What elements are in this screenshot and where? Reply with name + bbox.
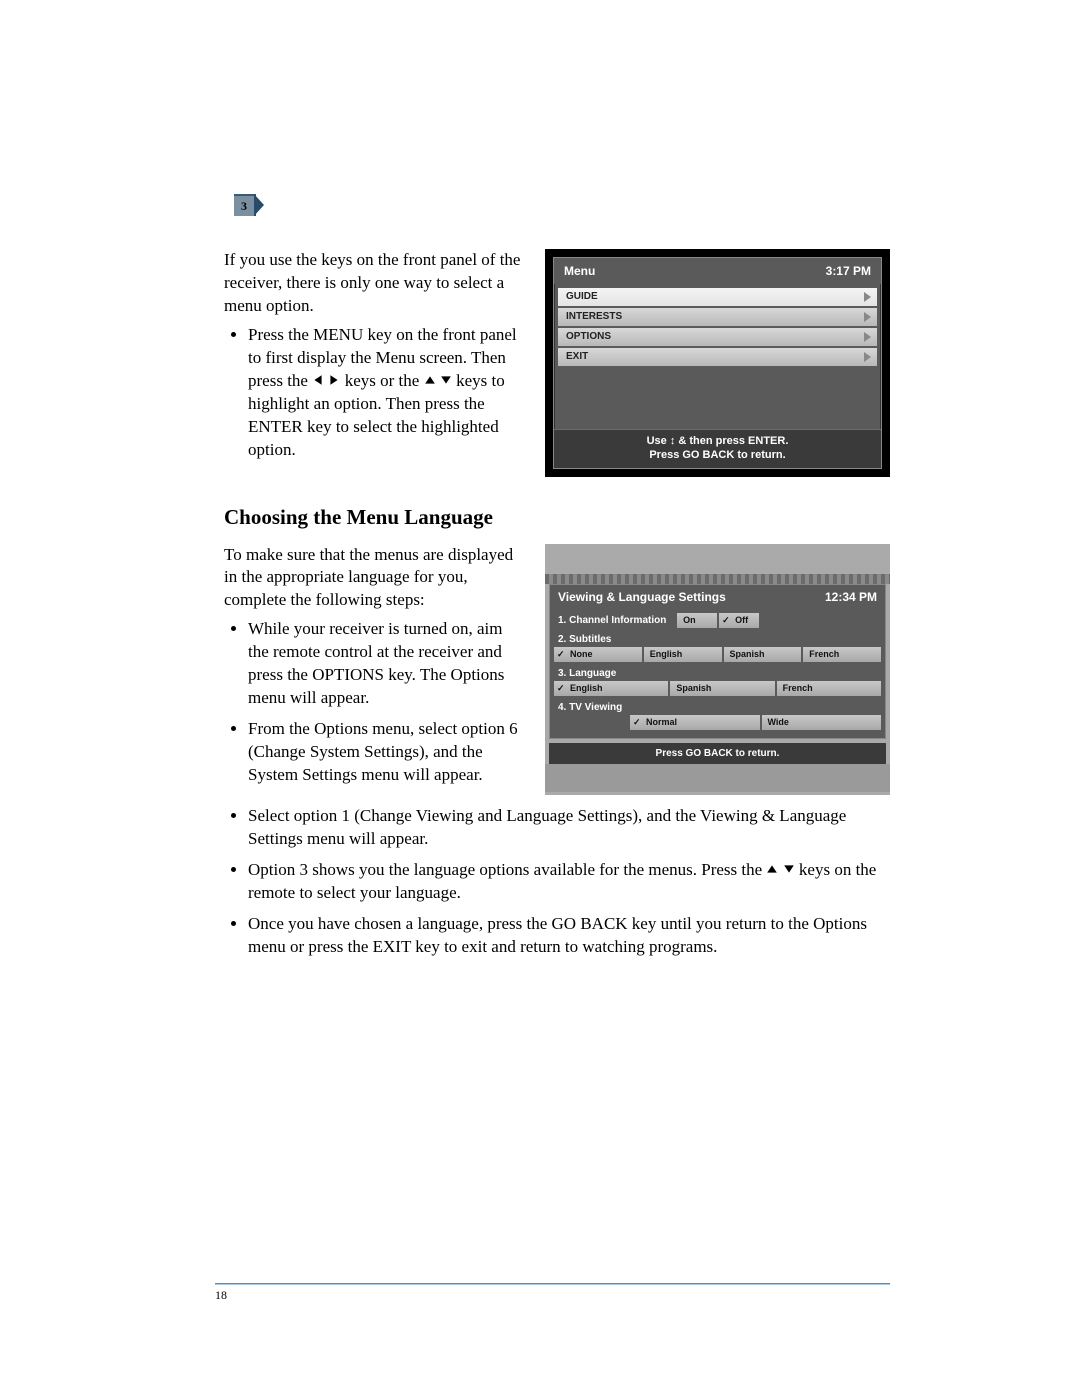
main-menu-screenshot: Menu 3:17 PM GUIDE INTERESTS OPTIONS EXI… (545, 249, 890, 477)
settings-hint: Press GO BACK to return. (549, 743, 886, 764)
up-arrow-icon (766, 859, 778, 882)
page-number: 18 (215, 1288, 227, 1303)
settings-clock: 12:34 PM (825, 590, 877, 604)
down-arrow-icon (783, 859, 795, 882)
opt-sub-french: French (803, 647, 881, 662)
menu-navigation-instruction: Press the MENU key on the front panel to… (248, 324, 527, 462)
opt-sub-english: English (644, 647, 722, 662)
step-open-options: While your receiver is turned on, aim th… (248, 618, 527, 710)
up-arrow-icon (424, 370, 436, 393)
opt-sub-spanish: Spanish (724, 647, 802, 662)
manual-page: 3 If you use the keys on the front panel… (0, 0, 1080, 1397)
menu-item-guide: GUIDE (558, 288, 877, 306)
chapter-tab: 3 (234, 194, 256, 216)
menu-title: Menu (564, 264, 595, 278)
opt-tv-normal: Normal (630, 715, 760, 730)
menu-hint: Use ↕ & then press ENTER. Press GO BACK … (554, 429, 881, 468)
menu-item-exit: EXIT (558, 348, 877, 366)
menu-item-interests: INTERESTS (558, 308, 877, 326)
footer-rule (215, 1283, 890, 1285)
step-choose-language: Option 3 shows you the language options … (248, 859, 890, 906)
language-intro-paragraph: To make sure that the menus are displaye… (224, 544, 527, 613)
settings-title: Viewing & Language Settings (558, 590, 726, 604)
viewing-settings-screenshot: Viewing & Language Settings 12:34 PM 1. … (545, 544, 890, 795)
down-arrow-icon (440, 370, 452, 393)
step-go-back: Once you have chosen a language, press t… (248, 913, 890, 959)
intro-text-column: If you use the keys on the front panel o… (224, 249, 527, 477)
opt-lang-spanish: Spanish (670, 681, 774, 696)
opt-channel-off: Off (719, 613, 759, 628)
opt-channel-on: On (677, 613, 717, 628)
step-select-viewing-settings: Select option 1 (Change Viewing and Lang… (248, 805, 890, 851)
left-arrow-icon (312, 370, 324, 393)
right-arrow-icon (328, 370, 340, 393)
intro-paragraph: If you use the keys on the front panel o… (224, 249, 527, 318)
language-label: 3. Language (550, 664, 885, 681)
menu-clock: 3:17 PM (826, 264, 871, 278)
tv-viewing-label: 4. TV Viewing (550, 698, 885, 715)
opt-tv-wide: Wide (762, 715, 882, 730)
section-heading: Choosing the Menu Language (224, 505, 890, 530)
menu-item-options: OPTIONS (558, 328, 877, 346)
opt-sub-none: None (554, 647, 642, 662)
opt-lang-french: French (777, 681, 881, 696)
subtitles-label: 2. Subtitles (550, 630, 885, 647)
step-select-system-settings: From the Options menu, select option 6 (… (248, 718, 527, 787)
opt-lang-english: English (554, 681, 668, 696)
language-text-column: To make sure that the menus are displaye… (224, 544, 527, 795)
